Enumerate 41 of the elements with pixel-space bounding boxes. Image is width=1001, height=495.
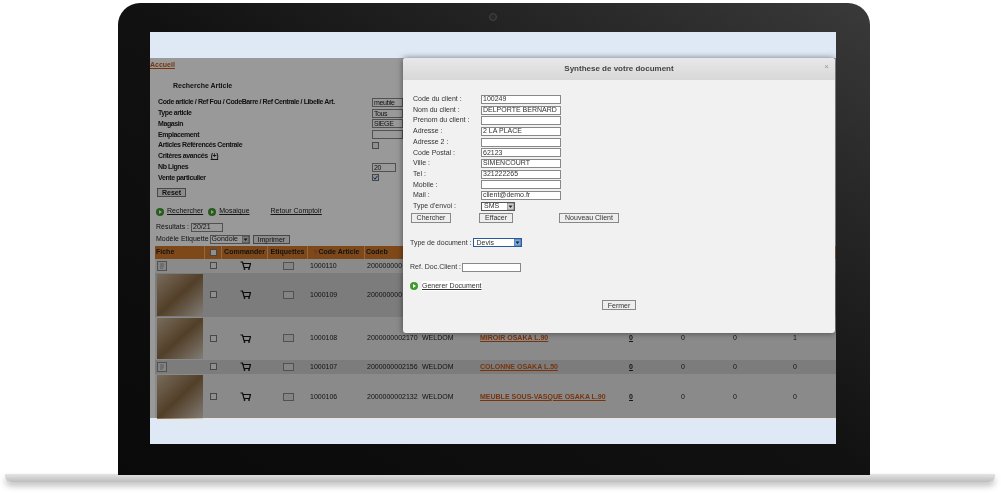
row-checkbox[interactable] — [210, 291, 217, 299]
label-count-field[interactable] — [282, 392, 294, 401]
photo-placeholder — [157, 273, 203, 316]
row-checkbox[interactable] — [210, 363, 217, 371]
dropdown-caret-icon — [507, 202, 514, 210]
input-field[interactable] — [461, 262, 521, 272]
dialog-title: Synthese de votre document — [564, 63, 674, 75]
row-checkbox[interactable] — [210, 393, 217, 401]
play-circle-icon — [208, 207, 217, 216]
play-circle-icon — [410, 281, 418, 290]
shopping-cart-icon — [239, 261, 251, 271]
shopping-cart-icon — [239, 333, 251, 343]
checkbox[interactable] — [372, 142, 379, 150]
row-checkbox[interactable] — [210, 262, 217, 270]
order-button[interactable] — [238, 289, 252, 301]
photo-placeholder — [157, 317, 203, 359]
input-field[interactable] — [481, 116, 561, 126]
label-count-field[interactable] — [282, 362, 294, 371]
dropdown-caret-icon — [514, 239, 522, 247]
order-button[interactable] — [238, 260, 252, 272]
row-checkbox[interactable] — [210, 334, 217, 342]
shopping-cart-icon — [239, 290, 251, 300]
input-field[interactable] — [481, 137, 561, 147]
order-button[interactable] — [238, 391, 252, 403]
shopping-cart-icon — [239, 392, 251, 402]
checkbox[interactable] — [372, 174, 379, 182]
order-button[interactable] — [238, 332, 252, 344]
order-button[interactable] — [238, 361, 252, 373]
checkmark-icon — [373, 175, 378, 181]
input-field[interactable] — [481, 180, 561, 190]
input-field[interactable] — [372, 130, 403, 140]
photo-placeholder — [157, 374, 203, 419]
label-count-field[interactable] — [282, 261, 294, 270]
dropdown-caret-icon — [241, 236, 249, 244]
label-count-field[interactable] — [282, 290, 294, 299]
label-count-field[interactable] — [282, 334, 294, 343]
document-icon — [157, 361, 167, 372]
camera-icon — [489, 13, 497, 21]
select-all-checkbox[interactable] — [209, 248, 217, 256]
play-circle-icon — [156, 207, 164, 216]
shopping-cart-icon — [239, 362, 251, 372]
